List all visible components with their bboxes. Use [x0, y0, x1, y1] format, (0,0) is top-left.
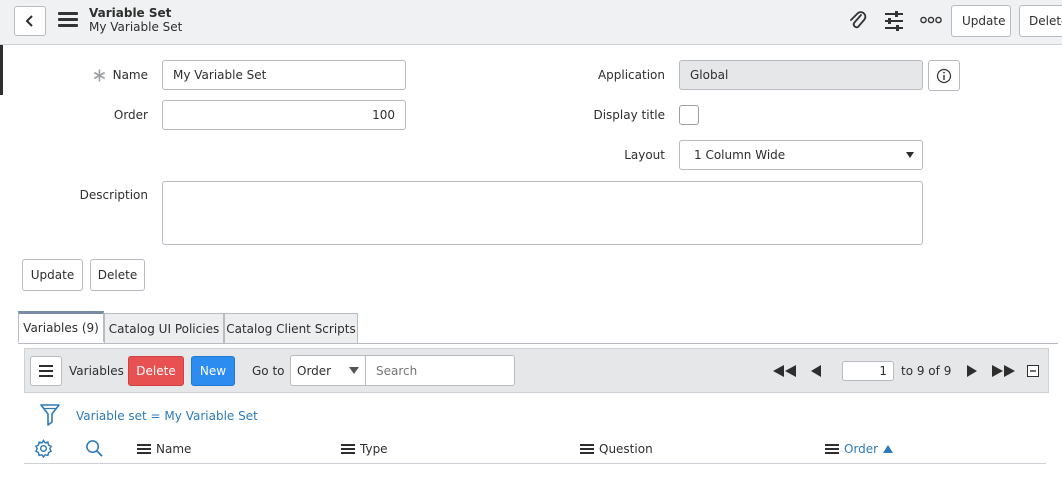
- column-header-label: Question: [599, 442, 653, 456]
- next-page-icon[interactable]: [966, 365, 978, 377]
- goto-label: Go to: [252, 364, 285, 378]
- chevron-left-icon: [25, 15, 33, 27]
- last-page-icon[interactable]: [991, 365, 1017, 377]
- header-delete-button[interactable]: Delete: [1019, 5, 1062, 37]
- tab-divider: [18, 343, 1058, 344]
- hamburger-icon: [39, 365, 53, 377]
- goto-field-value: Order: [297, 363, 332, 378]
- column-header-label: Type: [360, 442, 388, 456]
- caret-down-icon: [349, 367, 359, 374]
- column-header-type[interactable]: Type: [341, 442, 388, 456]
- tab-catalog-ui-policies[interactable]: Catalog UI Policies: [104, 313, 224, 343]
- more-options-icon[interactable]: [920, 16, 942, 24]
- list-menu-button[interactable]: [30, 356, 62, 386]
- first-page-icon[interactable]: [772, 365, 798, 377]
- description-label: Description: [79, 188, 148, 202]
- page-number-input[interactable]: [842, 361, 894, 381]
- layout-selected-value: 1 Column Wide: [694, 148, 786, 162]
- layout-select[interactable]: 1 Column Wide: [679, 140, 923, 170]
- page-range-text: to 9 of 9: [901, 364, 952, 378]
- form-header: Variable Set My Variable Set Update Dele…: [0, 0, 1062, 45]
- mandatory-asterisk-icon: [93, 69, 106, 82]
- collapse-list-icon[interactable]: [1027, 365, 1039, 377]
- hamburger-icon[interactable]: [58, 12, 78, 28]
- column-header-divider: [24, 463, 1046, 464]
- description-field[interactable]: [162, 181, 923, 245]
- column-header-question[interactable]: Question: [580, 442, 653, 456]
- gear-icon[interactable]: [34, 439, 53, 458]
- update-button[interactable]: Update: [22, 259, 83, 291]
- related-list-title: Variables: [69, 364, 124, 378]
- name-label: Name: [112, 68, 148, 82]
- list-new-button[interactable]: New: [191, 356, 235, 386]
- filter-breadcrumb[interactable]: Variable set = My Variable Set: [76, 409, 258, 423]
- name-field[interactable]: My Variable Set: [162, 60, 406, 90]
- column-header-order[interactable]: Order: [825, 442, 894, 456]
- info-icon: [936, 68, 952, 83]
- column-menu-icon[interactable]: [580, 444, 594, 454]
- page-subtitle: My Variable Set: [89, 20, 183, 34]
- window-edge: [0, 45, 3, 95]
- display-title-label: Display title: [593, 108, 665, 122]
- column-header-label: Order: [844, 442, 879, 456]
- column-menu-icon[interactable]: [825, 444, 839, 454]
- search-icon[interactable]: [85, 439, 104, 458]
- column-menu-icon[interactable]: [341, 444, 355, 454]
- previous-page-icon[interactable]: [810, 365, 822, 377]
- caret-down-icon: [906, 152, 914, 158]
- display-title-checkbox[interactable]: [679, 105, 699, 125]
- sort-ascending-icon: [883, 445, 894, 453]
- order-field[interactable]: 100: [162, 100, 406, 130]
- application-info-button[interactable]: [928, 60, 960, 91]
- paperclip-icon[interactable]: [848, 10, 868, 32]
- layout-label: Layout: [624, 148, 665, 162]
- sliders-icon[interactable]: [883, 10, 905, 32]
- application-field: Global: [679, 60, 923, 90]
- tab-variables[interactable]: Variables (9): [18, 311, 104, 342]
- tab-catalog-client-scripts[interactable]: Catalog Client Scripts: [224, 313, 358, 343]
- application-label: Application: [597, 68, 665, 82]
- column-header-name[interactable]: Name: [137, 442, 191, 456]
- column-menu-icon[interactable]: [137, 444, 151, 454]
- back-button[interactable]: [14, 6, 46, 36]
- header-update-button[interactable]: Update: [951, 5, 1011, 37]
- funnel-icon[interactable]: [40, 404, 60, 426]
- order-label: Order: [113, 108, 148, 122]
- column-header-label: Name: [156, 442, 192, 456]
- delete-button[interactable]: Delete: [90, 259, 145, 291]
- page-title: Variable Set: [89, 6, 172, 20]
- goto-field-select[interactable]: Order: [290, 355, 366, 386]
- list-delete-button[interactable]: Delete: [128, 356, 184, 386]
- list-search-input[interactable]: [365, 355, 515, 386]
